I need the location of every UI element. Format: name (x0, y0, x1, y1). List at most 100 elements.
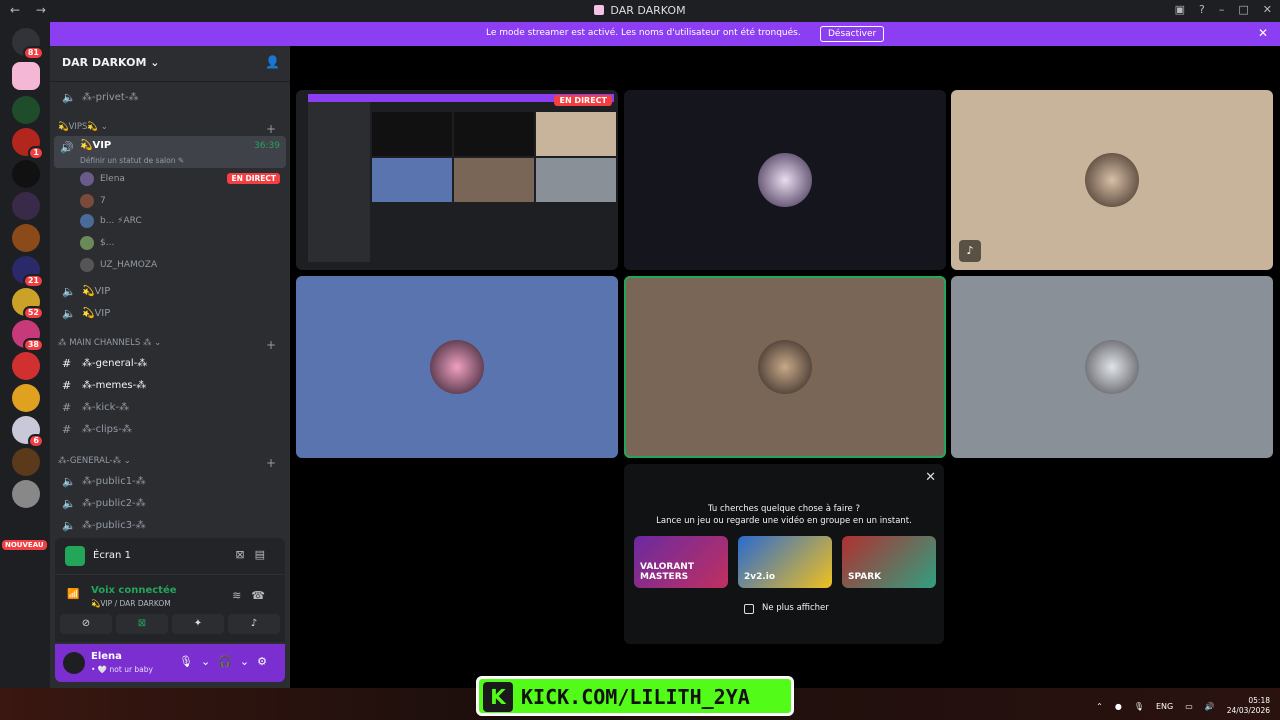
text-channel-memes[interactable]: # ⁂-memes-⁂ (58, 376, 284, 396)
server-icon[interactable]: 6 (12, 416, 44, 448)
screen-share-button[interactable]: ⊠ (116, 614, 168, 634)
avatar[interactable] (63, 652, 85, 674)
invite-icon[interactable]: 👤 (265, 55, 280, 69)
plus-icon[interactable]: + (266, 338, 276, 352)
volume-icon[interactable]: 🔊 (1205, 702, 1215, 711)
network-icon[interactable]: ▭ (1185, 702, 1193, 711)
voice-channel-public3[interactable]: 🔈 ⁂-public3-⁂ (58, 516, 284, 536)
voice-channel-privet[interactable]: 🔈 ⁂-privet-⁂ (58, 88, 284, 108)
discord-home-icon[interactable]: 81 (12, 28, 44, 60)
avatar (1085, 340, 1139, 394)
speaker-icon: 🔈 (62, 475, 76, 488)
signal-icon[interactable]: 📶 (67, 589, 79, 600)
channel-label: 💫VIP (82, 308, 111, 319)
user-controls[interactable]: 🎙⌄🎧⌄⚙ (179, 655, 275, 668)
user-status[interactable]: • 🤍 not ur baby (91, 665, 153, 674)
voice-user[interactable]: Elena EN DIRECT (80, 170, 280, 190)
voice-channel-vip-active[interactable]: 🔊 💫VIP 36:39 Définir un statut de salon … (54, 136, 286, 168)
soundboard-button[interactable]: ♪ (228, 614, 280, 634)
clock[interactable]: 05:18 24/03/2026 (1227, 696, 1270, 716)
dont-show-checkbox[interactable] (744, 604, 754, 614)
chevron-up-icon[interactable]: ⌃ (1096, 702, 1103, 711)
voice-user[interactable]: 7 (80, 192, 280, 212)
participant-tile[interactable] (951, 276, 1273, 458)
participant-tile[interactable] (296, 276, 618, 458)
close-icon[interactable]: ✕ (1258, 26, 1268, 40)
plus-icon[interactable]: + (266, 456, 276, 470)
minimize-icon[interactable]: – (1219, 3, 1225, 16)
category-main-channels[interactable]: ⁂ MAIN CHANNELS ⁂ ⌄ + (58, 338, 284, 354)
new-label: NOUVEAU (2, 540, 47, 550)
voice-channel-vip[interactable]: 🔈 💫VIP (58, 282, 284, 302)
badge: 6 (28, 434, 44, 448)
text-channel-clips[interactable]: # ⁂-clips-⁂ (58, 420, 284, 440)
server-icon[interactable] (12, 448, 40, 476)
activity-question: Tu cherches quelque chose à faire ? (708, 504, 860, 514)
preview-cell (372, 112, 452, 156)
activities-button[interactable]: ✦ (172, 614, 224, 634)
activity-suggestion: ✕ Tu cherches quelque chose à faire ? La… (624, 464, 944, 644)
server-icon[interactable] (12, 192, 40, 220)
activity-card[interactable]: SPARK (842, 536, 936, 588)
user-name: UZ_HAMOZA (100, 260, 158, 270)
language-indicator[interactable]: ENG (1156, 702, 1173, 711)
activity-card[interactable]: 2v2.io (738, 536, 832, 588)
server-icon[interactable]: 38 (12, 320, 44, 352)
speaker-icon: 🔈 (62, 519, 76, 532)
voice-channel-public1[interactable]: 🔈 ⁂-public1-⁂ (58, 472, 284, 492)
category-general[interactable]: ⁂-GENERAL-⁂ ⌄ + (58, 456, 284, 472)
server-icon[interactable] (12, 160, 40, 188)
text-channel-kick[interactable]: # ⁂-kick-⁂ (58, 398, 284, 418)
server-icon[interactable] (12, 480, 40, 508)
steam-icon[interactable]: ● (1115, 702, 1122, 711)
participant-tile-speaking[interactable] (624, 276, 946, 458)
voice-user[interactable]: $... (80, 234, 280, 254)
set-status-link[interactable]: Définir un statut de salon ✎ (80, 156, 184, 165)
maximize-icon[interactable]: □ (1238, 3, 1248, 16)
window-title: DAR DARKOM (0, 4, 1280, 17)
camera-off-button[interactable]: ⊘ (60, 614, 112, 634)
activity-card[interactable]: VALORANT MASTERS (634, 536, 728, 588)
stream-tile[interactable]: EN DIRECT (296, 90, 618, 270)
help-icon[interactable]: ? (1199, 3, 1205, 16)
server-icon[interactable]: 52 (12, 288, 44, 320)
activity-card-title: 2v2.io (744, 572, 776, 582)
participant-tile[interactable] (624, 90, 946, 270)
streamer-mode-banner: Le mode streamer est activé. Les noms d'… (50, 22, 1280, 46)
server-icon[interactable] (12, 352, 40, 380)
stage-icon[interactable]: ♪ (959, 240, 981, 262)
voice-controls[interactable]: ≋☎ (232, 589, 275, 602)
inbox-icon[interactable]: ▣ (1175, 3, 1185, 16)
voice-location[interactable]: 💫VIP / DAR DARKOM (91, 599, 171, 608)
mic-icon[interactable]: 🎙 (1134, 702, 1144, 711)
plus-icon[interactable]: + (266, 122, 276, 136)
participant-tile[interactable]: ♪ (951, 90, 1273, 270)
speaker-icon: 🔈 (62, 307, 76, 320)
voice-user[interactable]: UZ_HAMOZA (80, 256, 280, 276)
avatar (758, 153, 812, 207)
server-icon[interactable] (12, 62, 40, 90)
close-icon[interactable]: ✕ (925, 470, 936, 485)
voice-channel-public2[interactable]: 🔈 ⁂-public2-⁂ (58, 494, 284, 514)
clock-date: 24/03/2026 (1226, 706, 1270, 715)
user-name: $... (100, 238, 115, 248)
screen-controls[interactable]: ⊠▤ (235, 548, 275, 561)
dont-show-label[interactable]: Ne plus afficher (762, 603, 829, 613)
channel-label: 💫VIP (80, 140, 112, 151)
server-icon[interactable] (12, 224, 40, 252)
voice-status[interactable]: Voix connectée (91, 585, 177, 596)
server-icon[interactable]: 21 (12, 256, 44, 288)
voice-channel-vip[interactable]: 🔈 💫VIP (58, 304, 284, 324)
server-icon[interactable] (12, 96, 40, 124)
stream-preview (296, 90, 618, 270)
close-window-icon[interactable]: ✕ (1263, 3, 1272, 16)
user-panel: Elena • 🤍 not ur baby 🎙⌄🎧⌄⚙ (55, 644, 285, 682)
guild-header[interactable]: DAR DARKOM ⌄ 👤 (50, 46, 290, 82)
screen-share-panel: Écran 1 ⊠▤ (55, 538, 285, 574)
server-icon[interactable] (12, 384, 40, 412)
user-name[interactable]: Elena (91, 651, 122, 662)
voice-user[interactable]: b... ⚡ARC (80, 212, 280, 232)
disable-streamer-button[interactable]: Désactiver (820, 26, 885, 42)
server-icon[interactable]: 1 (12, 128, 44, 160)
text-channel-general[interactable]: # ⁂-general-⁂ (58, 354, 284, 374)
